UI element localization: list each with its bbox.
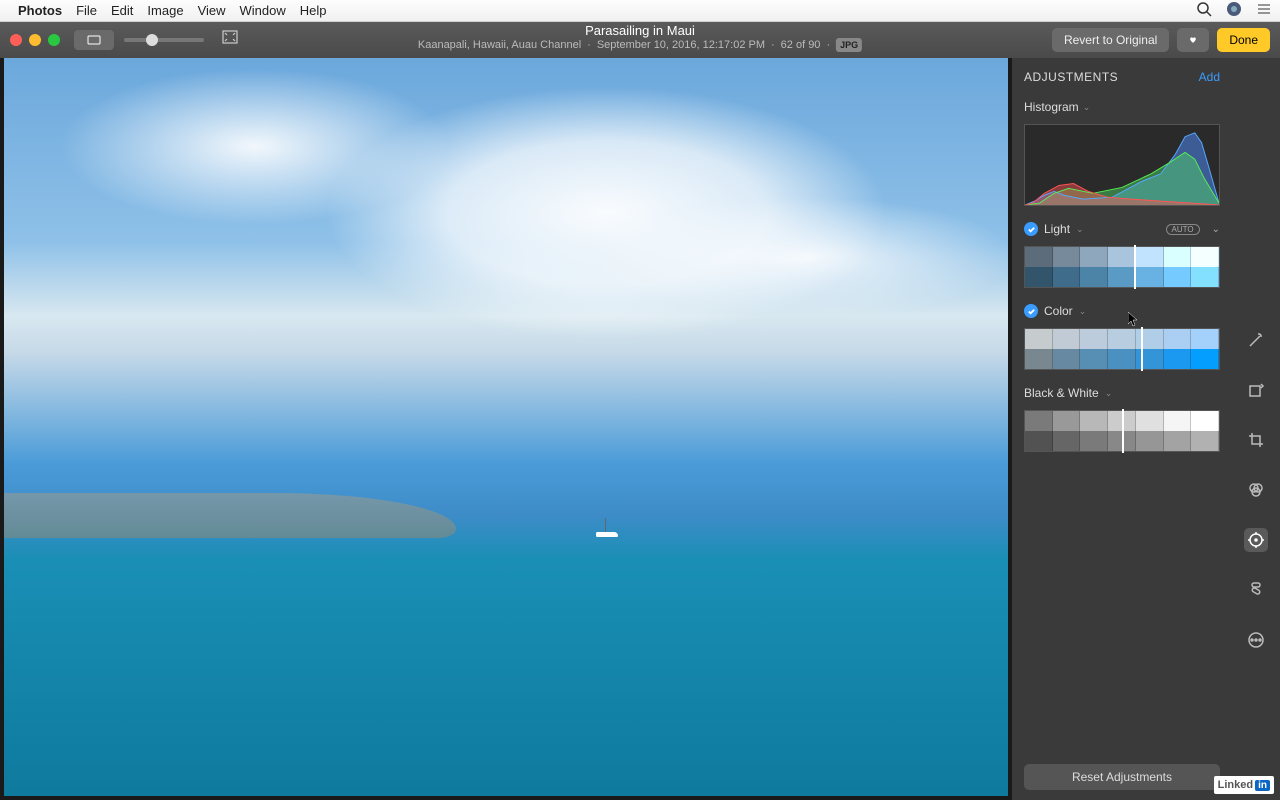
minimize-window-button[interactable]	[29, 34, 41, 46]
menu-file[interactable]: File	[76, 3, 97, 18]
rotate-tool[interactable]	[1244, 378, 1268, 402]
spotlight-icon[interactable]	[1196, 1, 1212, 20]
siri-icon[interactable]	[1226, 1, 1242, 20]
light-slider[interactable]	[1024, 246, 1220, 288]
adjustments-panel: ADJUSTMENTS Add Histogram ⌄	[1012, 58, 1232, 800]
app-window: Parasailing in Maui Kaanapali, Hawaii, A…	[0, 22, 1280, 800]
photo-date: September 10, 2016, 12:17:02 PM	[597, 38, 765, 52]
chevron-down-icon: ⌄	[1076, 224, 1084, 235]
format-badge: JPG	[836, 38, 862, 52]
menu-image[interactable]: Image	[147, 3, 183, 18]
done-button[interactable]: Done	[1217, 28, 1270, 52]
color-enabled-checkbox[interactable]	[1024, 304, 1038, 318]
photo-location: Kaanapali, Hawaii, Auau Channel	[418, 38, 581, 52]
light-auto-button[interactable]: AUTO	[1166, 224, 1200, 235]
photo-count: 62 of 90	[781, 38, 821, 52]
histogram-display	[1024, 124, 1220, 206]
edit-tool-rail	[1232, 58, 1280, 800]
adjust-tool[interactable]	[1244, 528, 1268, 552]
bw-section-header[interactable]: Black & White ⌄	[1024, 386, 1220, 400]
linkedin-watermark: Linkedin	[1214, 776, 1274, 794]
menu-edit[interactable]: Edit	[111, 3, 133, 18]
color-slider-marker[interactable]	[1141, 327, 1143, 371]
color-label: Color	[1044, 304, 1073, 318]
crop-tool[interactable]	[1244, 428, 1268, 452]
app-toolbar: Parasailing in Maui Kaanapali, Hawaii, A…	[0, 22, 1280, 58]
chevron-down-icon: ⌄	[1079, 306, 1087, 317]
favorite-button[interactable]	[1177, 28, 1209, 52]
menu-view[interactable]: View	[198, 3, 226, 18]
magic-wand-tool[interactable]	[1244, 328, 1268, 352]
app-name[interactable]: Photos	[18, 3, 62, 18]
photo-canvas	[0, 58, 1012, 800]
light-slider-marker[interactable]	[1134, 245, 1136, 289]
revert-button[interactable]: Revert to Original	[1052, 28, 1169, 52]
mac-menubar: Photos File Edit Image View Window Help	[0, 0, 1280, 22]
filters-tool[interactable]	[1244, 478, 1268, 502]
histogram-section-header[interactable]: Histogram ⌄	[1012, 94, 1232, 120]
window-controls	[10, 34, 60, 46]
bw-slider-marker[interactable]	[1122, 409, 1124, 453]
title-area: Parasailing in Maui Kaanapali, Hawaii, A…	[418, 24, 862, 52]
bw-slider[interactable]	[1024, 410, 1220, 452]
histogram-label: Histogram	[1024, 100, 1079, 114]
chevron-down-icon: ⌄	[1083, 102, 1091, 113]
color-section-header[interactable]: Color ⌄	[1024, 304, 1220, 318]
add-adjustment-button[interactable]: Add	[1199, 70, 1220, 84]
more-tools[interactable]	[1244, 628, 1268, 652]
zoom-slider[interactable]	[124, 38, 204, 42]
zoom-slider-knob[interactable]	[146, 34, 158, 46]
close-window-button[interactable]	[10, 34, 22, 46]
view-mode-toggle[interactable]	[74, 30, 114, 50]
light-disclosure-icon[interactable]: ⌄	[1212, 224, 1220, 235]
chevron-down-icon: ⌄	[1105, 388, 1113, 399]
photo-title: Parasailing in Maui	[418, 24, 862, 38]
menu-window[interactable]: Window	[240, 3, 286, 18]
bw-label: Black & White	[1024, 386, 1099, 400]
light-section-header[interactable]: Light ⌄ AUTO ⌄	[1024, 222, 1220, 236]
color-slider[interactable]	[1024, 328, 1220, 370]
light-label: Light	[1044, 222, 1070, 236]
light-enabled-checkbox[interactable]	[1024, 222, 1038, 236]
retouch-tool[interactable]	[1244, 578, 1268, 602]
panel-heading: ADJUSTMENTS	[1024, 70, 1118, 84]
reset-adjustments-button[interactable]: Reset Adjustments	[1024, 764, 1220, 790]
menu-help[interactable]: Help	[300, 3, 327, 18]
notification-center-icon[interactable]	[1256, 1, 1272, 20]
photo-image[interactable]	[4, 58, 1008, 796]
fit-to-window-icon[interactable]	[222, 30, 238, 49]
fullscreen-window-button[interactable]	[48, 34, 60, 46]
